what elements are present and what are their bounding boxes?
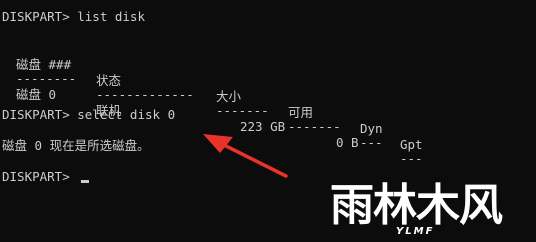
ylmf-watermark-logo: 雨林木风 YLMF [322,180,536,242]
arrow-head [203,134,233,153]
watermark-sub-text: YLMF [396,226,435,237]
arrow-shaft [220,142,288,178]
watermark-main-text: 雨林木风 [330,180,503,231]
